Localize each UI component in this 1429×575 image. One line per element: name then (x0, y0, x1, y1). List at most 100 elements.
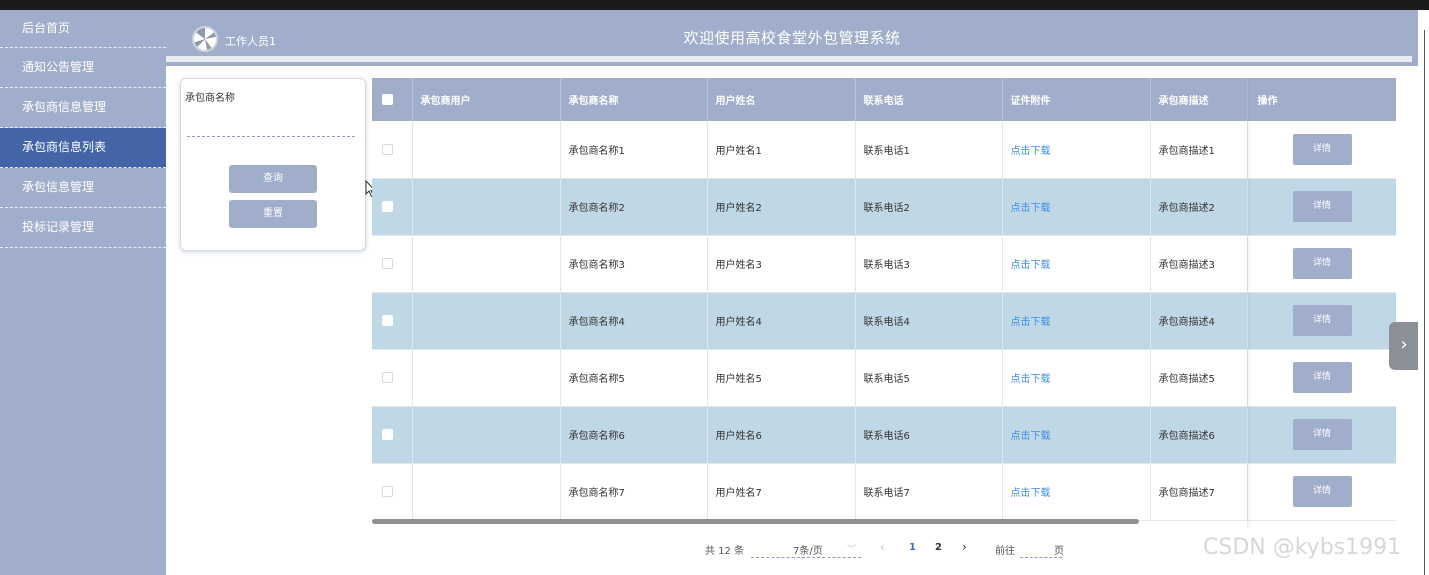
cell-attachment: 点击下载 (1002, 349, 1151, 407)
cell-attachment: 点击下载 (1002, 292, 1151, 350)
row-checkbox[interactable] (382, 257, 393, 269)
cell-action: 详情 (1247, 121, 1396, 179)
table-row: 承包商名称3 用户姓名3 联系电话3 点击下载 承包商描述3 详情 (372, 235, 1396, 293)
cell-desc: 承包商描述7 (1150, 463, 1248, 521)
download-link[interactable]: 点击下载 (1011, 317, 1051, 328)
cell-phone: 联系电话2 (855, 178, 1003, 236)
row-checkbox[interactable] (382, 485, 393, 497)
cell-name: 承包商名称5 (560, 349, 708, 407)
cell-name: 承包商名称7 (560, 463, 708, 521)
detail-button[interactable]: 详情 (1292, 419, 1352, 450)
cell-name: 承包商名称6 (560, 406, 708, 464)
horizontal-scrollbar[interactable] (372, 519, 1139, 524)
watermark: CSDN @kybs1991 (1203, 535, 1402, 560)
cell-action: 详情 (1247, 349, 1396, 407)
cell-attachment: 点击下载 (1002, 178, 1151, 236)
sidebar-item-notice[interactable]: 通知公告管理 (0, 48, 166, 88)
chevron-down-icon: ﹀ (847, 545, 857, 555)
column-header[interactable]: 证件附件 (1002, 78, 1151, 121)
row-checkbox[interactable] (382, 371, 393, 383)
select-all-checkbox[interactable] (382, 93, 393, 105)
pagination-total: 共 12 条 (705, 546, 745, 557)
row-select-cell (372, 235, 413, 293)
page-size-select[interactable]: 7条/页 ﹀ (751, 542, 861, 558)
cell-phone: 联系电话3 (855, 235, 1003, 293)
cell-desc: 承包商描述6 (1150, 406, 1248, 464)
prev-page-icon[interactable]: ‹ (880, 540, 885, 554)
sidebar-item-contractor-manage[interactable]: 承包商信息管理 (0, 88, 166, 128)
cell-desc: 承包商描述3 (1150, 235, 1248, 293)
row-checkbox[interactable] (382, 428, 393, 440)
cell-phone: 联系电话1 (855, 121, 1003, 179)
table-row: 承包商名称5 用户姓名5 联系电话5 点击下载 承包商描述5 详情 (372, 349, 1396, 407)
sidebar-item-contract-manage[interactable]: 承包信息管理 (0, 168, 166, 208)
cell-user (412, 349, 561, 407)
query-button[interactable]: 查询 (229, 165, 317, 193)
download-link[interactable]: 点击下载 (1011, 146, 1051, 157)
sidebar: 后台首页 通知公告管理 承包商信息管理 承包商信息列表 承包信息管理 投标记录管… (0, 10, 166, 575)
chevron-right-icon[interactable]: › (1389, 322, 1419, 370)
sidebar-item-bid-records[interactable]: 投标记录管理 (0, 208, 166, 248)
page-number-1[interactable]: 1 (909, 542, 916, 553)
header-divider (166, 56, 1412, 62)
row-select-cell (372, 292, 413, 350)
detail-button[interactable]: 详情 (1292, 191, 1352, 222)
download-link[interactable]: 点击下载 (1011, 488, 1051, 499)
cell-real-name: 用户姓名7 (707, 463, 856, 521)
detail-button[interactable]: 详情 (1292, 362, 1352, 393)
column-header[interactable]: 承包商名称 (560, 78, 708, 121)
detail-button[interactable]: 详情 (1292, 248, 1352, 279)
cell-real-name: 用户姓名2 (707, 178, 856, 236)
search-label: 承包商名称 (185, 93, 235, 104)
column-header[interactable]: 联系电话 (855, 78, 1003, 121)
table-row: 承包商名称2 用户姓名2 联系电话2 点击下载 承包商描述2 详情 (372, 178, 1396, 236)
column-header[interactable]: 承包商用户 (412, 78, 561, 121)
cell-name: 承包商名称4 (560, 292, 708, 350)
cell-action: 详情 (1247, 235, 1396, 293)
row-select-cell (372, 349, 413, 407)
download-link[interactable]: 点击下载 (1011, 203, 1051, 214)
cell-real-name: 用户姓名6 (707, 406, 856, 464)
table-row: 承包商名称4 用户姓名4 联系电话4 点击下载 承包商描述4 详情 (372, 292, 1396, 350)
sidebar-item-home[interactable]: 后台首页 (0, 10, 166, 48)
download-link[interactable]: 点击下载 (1011, 260, 1051, 271)
page-number-2[interactable]: 2 (935, 542, 942, 553)
cell-attachment: 点击下载 (1002, 463, 1151, 521)
table-row: 承包商名称6 用户姓名6 联系电话6 点击下载 承包商描述6 详情 (372, 406, 1396, 464)
cell-name: 承包商名称3 (560, 235, 708, 293)
detail-button[interactable]: 详情 (1292, 476, 1352, 507)
page-suffix-label: 页 (1054, 546, 1064, 557)
row-checkbox[interactable] (382, 143, 393, 155)
contractor-name-input[interactable] (187, 111, 355, 137)
cell-phone: 联系电话6 (855, 406, 1003, 464)
detail-button[interactable]: 详情 (1292, 133, 1352, 165)
column-header: 操作 (1247, 78, 1396, 121)
reset-button[interactable]: 重置 (229, 200, 317, 228)
cell-action: 详情 (1247, 292, 1396, 350)
cell-real-name: 用户姓名5 (707, 349, 856, 407)
sidebar-item-contractor-list[interactable]: 承包商信息列表 (0, 128, 166, 168)
row-select-cell (372, 178, 413, 236)
cell-user (412, 121, 561, 179)
row-select-cell (372, 406, 413, 464)
cell-real-name: 用户姓名3 (707, 235, 856, 293)
cell-desc: 承包商描述2 (1150, 178, 1248, 236)
goto-label: 前往 (995, 546, 1015, 557)
row-checkbox[interactable] (382, 314, 393, 326)
cell-user (412, 235, 561, 293)
column-header[interactable]: 承包商描述 (1150, 78, 1248, 121)
search-panel: 承包商名称 查询 重置 (180, 78, 366, 251)
column-header[interactable]: 用户姓名 (707, 78, 856, 121)
cell-user (412, 292, 561, 350)
cell-name: 承包商名称1 (560, 121, 708, 179)
detail-button[interactable]: 详情 (1292, 305, 1352, 336)
next-page-icon[interactable]: › (962, 540, 967, 554)
cell-desc: 承包商描述5 (1150, 349, 1248, 407)
download-link[interactable]: 点击下载 (1011, 431, 1051, 442)
page-size-value: 7条/页 (793, 546, 823, 557)
cell-action: 详情 (1247, 463, 1396, 521)
cell-phone: 联系电话4 (855, 292, 1003, 350)
row-checkbox[interactable] (382, 200, 393, 212)
window-edge-line (1424, 30, 1425, 575)
download-link[interactable]: 点击下载 (1011, 374, 1051, 385)
